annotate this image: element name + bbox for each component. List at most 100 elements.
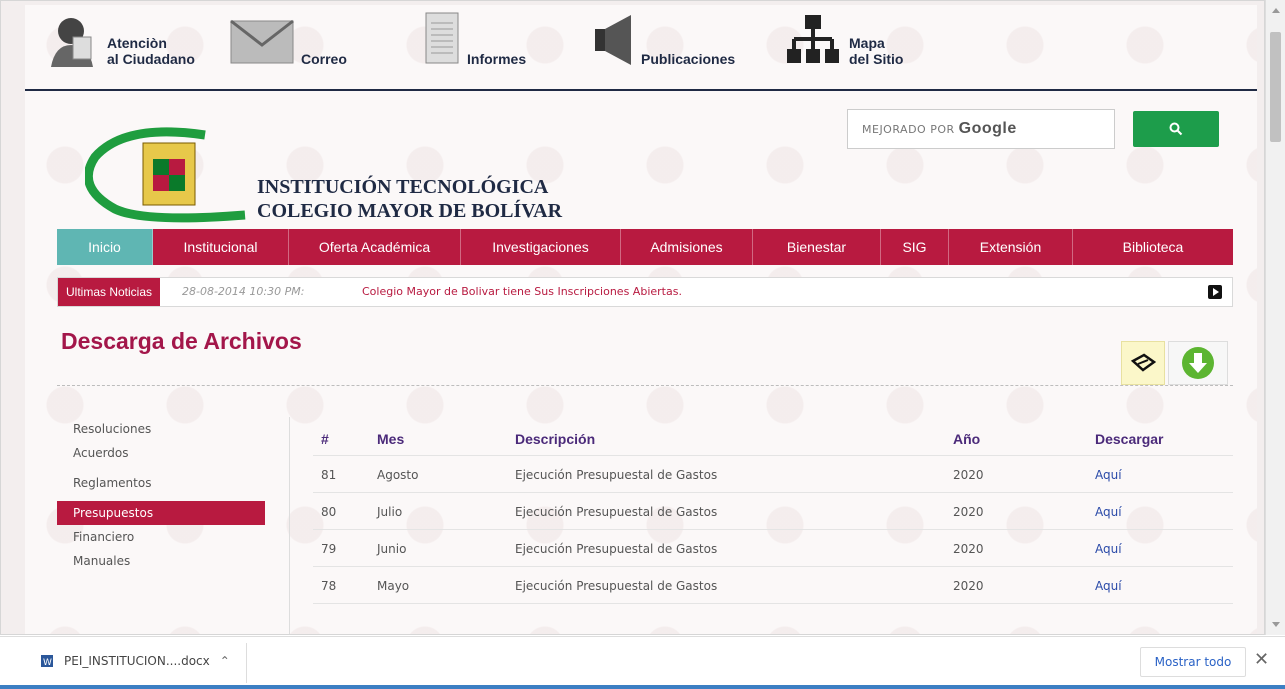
news-ticker-tag: Ultimas Noticias xyxy=(58,278,161,306)
col-header-anio: Año xyxy=(953,431,981,447)
institution-name: INSTITUCIÓN TECNOLÓGICA COLEGIO MAYOR DE… xyxy=(257,175,562,223)
person-icon xyxy=(45,11,101,67)
nav-item-investigaciones[interactable]: Investigaciones xyxy=(461,229,621,265)
cell-mes: Mayo xyxy=(377,579,410,593)
download-filename: PEI_INSTITUCION....docx xyxy=(64,654,210,668)
informes-link[interactable]: Informes xyxy=(423,11,526,67)
downloads-bar: W PEI_INSTITUCION....docx ⌃ Mostrar todo… xyxy=(0,636,1285,689)
search-input[interactable]: MEJORADO POR Google xyxy=(847,109,1115,149)
table-row: 79 Junio Ejecución Presupuestal de Gasto… xyxy=(313,530,1233,567)
download-link[interactable]: Aquí xyxy=(1095,542,1122,556)
browser-viewport: Atenciòn al Ciudadano Correo Informes Pub… xyxy=(0,0,1265,635)
cell-mes: Agosto xyxy=(377,468,419,482)
envelope-icon xyxy=(229,11,295,67)
cell-descripcion: Ejecución Presupuestal de Gastos xyxy=(515,468,718,482)
document-icon xyxy=(423,11,461,67)
files-table: # Mes Descripción Año Descargar 81 Agost… xyxy=(313,419,1233,604)
table-row: 81 Agosto Ejecución Presupuestal de Gast… xyxy=(313,456,1233,493)
correo-label: Correo xyxy=(301,51,347,67)
nav-item-oferta-academica[interactable]: Oferta Académica xyxy=(289,229,461,265)
category-sidebar: Resoluciones Acuerdos Reglamentos Presup… xyxy=(57,417,289,573)
col-header-mes: Mes xyxy=(377,431,405,447)
download-link[interactable]: Aquí xyxy=(1095,468,1122,482)
search-icon xyxy=(1169,122,1183,136)
sidebar-divider xyxy=(289,417,290,634)
web-page: Atenciòn al Ciudadano Correo Informes Pub… xyxy=(25,5,1257,634)
top-icon-bar: Atenciòn al Ciudadano Correo Informes Pub… xyxy=(25,5,1257,91)
close-icon[interactable]: ✕ xyxy=(1254,649,1269,670)
sidebar-item-financiero[interactable]: Financiero xyxy=(57,525,289,549)
nav-item-sig[interactable]: SIG xyxy=(881,229,949,265)
show-all-button[interactable]: Mostrar todo xyxy=(1140,647,1246,677)
table-header: # Mes Descripción Año Descargar xyxy=(313,419,1233,456)
nav-item-bienestar[interactable]: Bienestar xyxy=(753,229,881,265)
cell-num: 78 xyxy=(321,579,337,593)
sidebar-item-acuerdos[interactable]: Acuerdos xyxy=(57,441,289,465)
col-header-descripcion: Descripción xyxy=(515,431,596,447)
atencion-label-line1: Atenciòn xyxy=(107,35,167,51)
mapa-label-line1: Mapa xyxy=(849,35,885,51)
download-arrow-icon xyxy=(1182,347,1214,379)
col-header-descargar: Descargar xyxy=(1095,431,1164,447)
scroll-down-icon[interactable] xyxy=(1272,622,1280,627)
publicaciones-label: Publicaciones xyxy=(641,51,736,67)
informes-label: Informes xyxy=(467,51,527,67)
table-row: 80 Julio Ejecución Presupuestal de Gasto… xyxy=(313,493,1233,530)
table-row: 78 Mayo Ejecución Presupuestal de Gastos… xyxy=(313,567,1233,604)
download-link[interactable]: Aquí xyxy=(1095,579,1122,593)
mapa-label-line2: del Sitio xyxy=(849,51,904,67)
institution-name-line2: COLEGIO MAYOR DE BOLÍVAR xyxy=(257,200,563,222)
nav-item-inicio[interactable]: Inicio xyxy=(57,229,153,265)
topbar-divider xyxy=(25,89,1257,91)
search-button[interactable] xyxy=(1133,111,1219,147)
cell-num: 81 xyxy=(321,468,337,482)
sidebar-item-manuales[interactable]: Manuales xyxy=(57,549,289,573)
sidebar-item-resoluciones[interactable]: Resoluciones xyxy=(57,417,289,441)
col-header-num: # xyxy=(321,431,329,447)
main-nav: Inicio Institucional Oferta Académica In… xyxy=(57,229,1233,265)
news-ticker: Ultimas Noticias 28-08-2014 10:30 PM: Co… xyxy=(57,277,1233,307)
atencion-ciudadano-link[interactable]: Atenciòn al Ciudadano xyxy=(45,11,195,67)
vertical-scrollbar[interactable] xyxy=(1265,0,1285,635)
megaphone-icon xyxy=(593,11,635,67)
download-link[interactable]: Aquí xyxy=(1095,505,1122,519)
nav-item-institucional[interactable]: Institucional xyxy=(153,229,289,265)
institution-logo xyxy=(83,127,265,227)
play-icon[interactable] xyxy=(1208,285,1222,299)
cell-anio: 2020 xyxy=(953,505,984,519)
scroll-up-icon[interactable] xyxy=(1272,8,1280,13)
nav-item-admisiones[interactable]: Admisiones xyxy=(621,229,753,265)
news-headline-link[interactable]: Colegio Mayor de Bolivar tiene Sus Inscr… xyxy=(362,285,682,298)
chevron-up-icon[interactable]: ⌃ xyxy=(220,654,230,668)
cell-mes: Junio xyxy=(377,542,407,556)
mapa-sitio-link[interactable]: Mapa del Sitio xyxy=(783,11,903,67)
download-item[interactable]: W PEI_INSTITUCION....docx ⌃ xyxy=(40,654,230,668)
publicaciones-link[interactable]: Publicaciones xyxy=(593,11,735,67)
sidebar-item-presupuestos[interactable]: Presupuestos xyxy=(57,501,265,525)
cell-anio: 2020 xyxy=(953,468,984,482)
atencion-label-line2: al Ciudadano xyxy=(107,51,195,67)
cell-descripcion: Ejecución Presupuestal de Gastos xyxy=(515,542,718,556)
institution-name-line1: INSTITUCIÓN TECNOLÓGICA xyxy=(257,176,549,198)
taskbar-edge xyxy=(0,685,1285,689)
cell-num: 80 xyxy=(321,505,337,519)
download-separator xyxy=(246,643,247,683)
title-divider xyxy=(57,385,1233,386)
search-placeholder-prefix: MEJORADO POR xyxy=(862,123,955,136)
shortcut-button[interactable] xyxy=(1121,341,1165,385)
nav-item-biblioteca[interactable]: Biblioteca xyxy=(1073,229,1233,265)
download-button[interactable] xyxy=(1168,341,1228,385)
sidebar-item-reglamentos[interactable]: Reglamentos xyxy=(57,471,289,495)
news-date: 28-08-2014 10:30 PM: xyxy=(182,285,305,298)
cell-descripcion: Ejecución Presupuestal de Gastos xyxy=(515,505,718,519)
correo-link[interactable]: Correo xyxy=(229,11,347,67)
tag-icon xyxy=(1130,353,1156,372)
cell-num: 79 xyxy=(321,542,337,556)
page-title: Descarga de Archivos xyxy=(61,328,302,354)
cell-anio: 2020 xyxy=(953,542,984,556)
scrollbar-thumb[interactable] xyxy=(1270,32,1281,142)
sitemap-icon xyxy=(783,11,843,67)
search-placeholder-brand: Google xyxy=(958,120,1017,137)
nav-item-extension[interactable]: Extensión xyxy=(949,229,1073,265)
cell-anio: 2020 xyxy=(953,579,984,593)
